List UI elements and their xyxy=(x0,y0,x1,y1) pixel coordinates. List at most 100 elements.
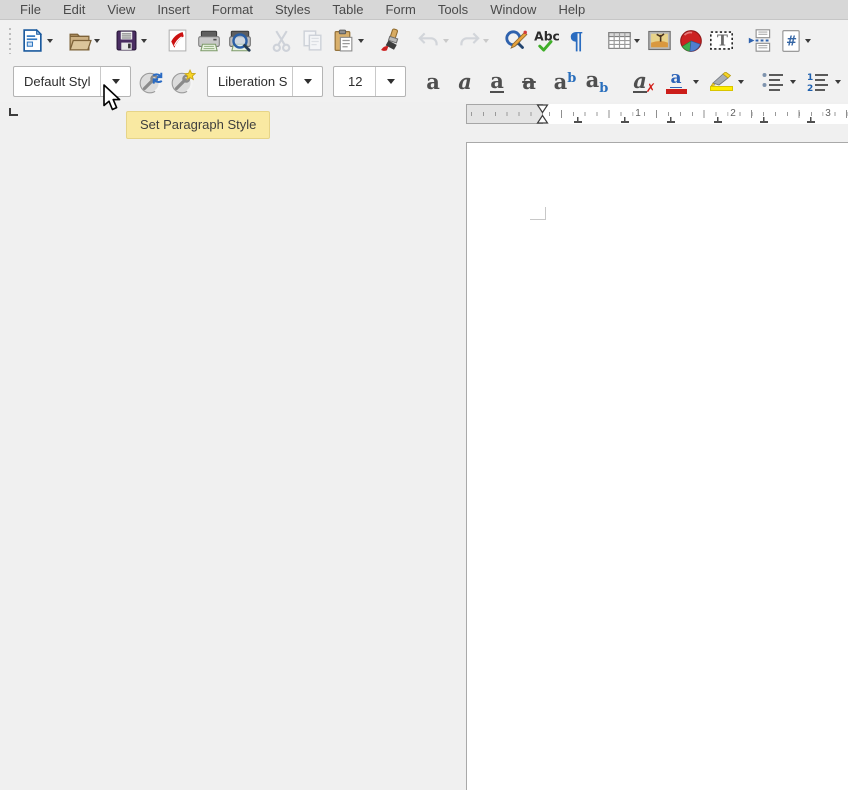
superscript-button[interactable]: ab xyxy=(549,68,581,96)
highlight-color-button[interactable] xyxy=(705,68,737,96)
open-dropdown-arrow[interactable] xyxy=(94,39,100,43)
menu-item-form[interactable]: Form xyxy=(374,1,426,18)
font-name-value[interactable]: Liberation S xyxy=(208,67,292,96)
svg-text:¶: ¶ xyxy=(569,28,584,53)
font-color-button[interactable]: a xyxy=(660,68,692,96)
bold-icon: a xyxy=(426,71,440,92)
new-document-button[interactable] xyxy=(19,27,46,54)
document-page[interactable] xyxy=(466,142,848,790)
menu-item-styles[interactable]: Styles xyxy=(264,1,321,18)
mouse-cursor-icon xyxy=(102,84,124,112)
save-dropdown-arrow[interactable] xyxy=(141,39,147,43)
svg-text:1: 1 xyxy=(807,73,813,83)
insert-field-dropdown-arrow[interactable] xyxy=(805,39,811,43)
formatting-marks-icon: ¶ xyxy=(565,28,590,53)
underline-button[interactable]: a xyxy=(481,68,513,96)
svg-text:2: 2 xyxy=(807,84,813,93)
menu-item-edit[interactable]: Edit xyxy=(52,1,96,18)
ruler-inch-label: 2 xyxy=(728,107,738,120)
paragraph-style-value[interactable]: Default Styl xyxy=(14,67,100,96)
subscript-button[interactable]: ab xyxy=(581,68,613,96)
undo-button[interactable] xyxy=(415,27,442,54)
menu-item-format[interactable]: Format xyxy=(201,1,264,18)
highlight-color-icon xyxy=(710,72,732,86)
horizontal-ruler[interactable]: 123 xyxy=(466,104,848,124)
print-button[interactable] xyxy=(195,27,222,54)
new-document-icon xyxy=(20,28,45,53)
insert-image-button[interactable] xyxy=(646,27,673,54)
indent-marker-icon[interactable] xyxy=(536,104,549,124)
menu-item-view[interactable]: View xyxy=(96,1,146,18)
tab-stop-type-selector[interactable] xyxy=(9,108,18,116)
strikethrough-icon: a xyxy=(522,71,536,92)
insert-table-icon xyxy=(606,27,633,54)
redo-button[interactable] xyxy=(455,27,482,54)
save-icon xyxy=(114,28,139,53)
redo-dropdown-arrow[interactable] xyxy=(483,39,489,43)
font-size-dropdown-arrow[interactable] xyxy=(375,67,405,96)
update-style-button[interactable] xyxy=(138,68,164,95)
copy-button[interactable] xyxy=(299,27,326,54)
font-color-icon: a xyxy=(670,70,681,88)
insert-field-button[interactable]: # xyxy=(777,27,804,54)
ruler-left-margin-area[interactable] xyxy=(466,104,543,124)
clone-formatting-button[interactable] xyxy=(377,27,404,54)
cut-icon xyxy=(269,28,294,53)
insert-textbox-button[interactable]: T xyxy=(708,27,735,54)
open-button[interactable] xyxy=(66,27,93,54)
insert-table-button[interactable] xyxy=(606,27,633,54)
insert-chart-button[interactable] xyxy=(677,27,704,54)
new-style-button[interactable] xyxy=(170,68,196,95)
ruler-tab-stop-marker xyxy=(574,117,582,123)
open-icon xyxy=(67,28,92,53)
font-color-dropdown-arrow[interactable] xyxy=(693,80,699,84)
font-size-value[interactable]: 12 xyxy=(334,67,375,96)
ruler-scale[interactable] xyxy=(543,104,848,124)
cut-button[interactable] xyxy=(268,27,295,54)
text-boundary-corner-mark xyxy=(530,207,546,220)
numbered-list-dropdown-arrow[interactable] xyxy=(835,80,841,84)
copy-icon xyxy=(300,28,325,53)
menu-item-help[interactable]: Help xyxy=(547,1,596,18)
italic-button[interactable]: a xyxy=(449,68,481,96)
bold-button[interactable]: a xyxy=(417,68,449,96)
new-document-dropdown-arrow[interactable] xyxy=(47,39,53,43)
export-pdf-button[interactable] xyxy=(164,27,191,54)
font-name-dropdown-arrow[interactable] xyxy=(292,67,322,96)
formatting-marks-button[interactable]: ¶ xyxy=(564,27,591,54)
font-name-combobox[interactable]: Liberation S xyxy=(207,66,323,97)
strikethrough-button[interactable]: a xyxy=(513,68,545,96)
spelling-button[interactable]: Abc xyxy=(533,27,560,54)
save-button[interactable] xyxy=(113,27,140,54)
formatting-toolbar: Default Styl Liberation S 12 a a xyxy=(0,61,848,102)
menu-item-file[interactable]: File xyxy=(9,1,52,18)
print-preview-button[interactable] xyxy=(226,27,253,54)
menu-item-insert[interactable]: Insert xyxy=(146,1,201,18)
ruler-tab-stop-marker xyxy=(667,117,675,123)
find-replace-icon xyxy=(503,28,529,54)
find-replace-button[interactable] xyxy=(502,27,529,54)
clear-formatting-icon: a✗ xyxy=(633,70,647,93)
paste-dropdown-arrow[interactable] xyxy=(358,39,364,43)
menu-item-tools[interactable]: Tools xyxy=(427,1,479,18)
italic-icon: a xyxy=(458,71,472,92)
menu-item-window[interactable]: Window xyxy=(479,1,547,18)
highlight-color-dropdown-arrow[interactable] xyxy=(738,80,744,84)
bullet-list-button[interactable] xyxy=(757,68,789,96)
bullet-list-dropdown-arrow[interactable] xyxy=(790,80,796,84)
insert-table-dropdown-arrow[interactable] xyxy=(634,39,640,43)
numbered-list-button[interactable]: 1 2 xyxy=(802,68,834,96)
paste-button[interactable] xyxy=(330,27,357,54)
insert-page-break-button[interactable] xyxy=(746,27,773,54)
toolbar-grip-handle[interactable] xyxy=(8,28,11,54)
ruler-tab-stop-marker xyxy=(807,117,815,123)
bullet-list-icon xyxy=(761,71,785,93)
undo-dropdown-arrow[interactable] xyxy=(443,39,449,43)
document-workspace: 123 xyxy=(0,102,848,790)
font-size-combobox[interactable]: 12 xyxy=(333,66,406,97)
tooltip-text: Set Paragraph Style xyxy=(140,117,256,132)
clear-formatting-button[interactable]: a✗ xyxy=(624,68,656,96)
insert-image-icon xyxy=(646,27,673,54)
tooltip: Set Paragraph Style xyxy=(126,111,270,139)
menu-item-table[interactable]: Table xyxy=(321,1,374,18)
